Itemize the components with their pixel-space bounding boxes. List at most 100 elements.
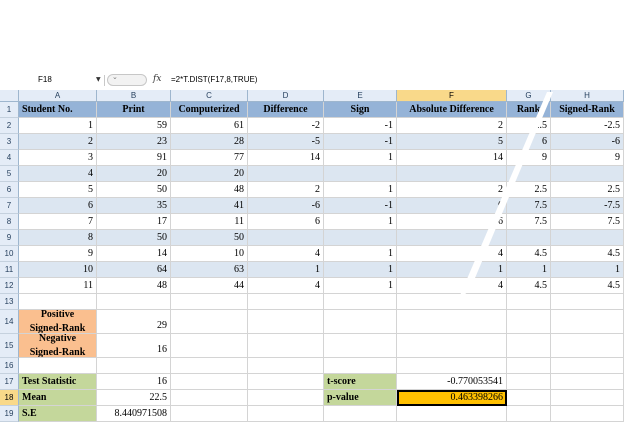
data-cell[interactable] [324, 230, 397, 246]
data-cell[interactable] [507, 230, 551, 246]
row-header-8[interactable]: 8 [0, 214, 19, 230]
data-cell[interactable]: 5 [397, 134, 507, 150]
data-cell[interactable]: 6 [397, 198, 507, 214]
data-cell[interactable]: 64 [97, 262, 171, 278]
data-cell[interactable]: 41 [171, 198, 248, 214]
negative-signed-rank-value[interactable]: 16 [97, 334, 171, 358]
data-cell[interactable]: -1 [324, 134, 397, 150]
header-cell-h[interactable]: Signed-Rank [551, 102, 624, 118]
header-cell-g[interactable]: Rank [507, 102, 551, 118]
data-cell[interactable]: 4 [19, 166, 97, 182]
column-header-b[interactable]: B [97, 90, 171, 102]
empty-cell[interactable] [248, 406, 324, 422]
data-cell[interactable]: 4.5 [507, 278, 551, 294]
empty-cell[interactable] [397, 358, 507, 374]
empty-cell[interactable] [171, 294, 248, 310]
data-cell[interactable]: 14 [397, 150, 507, 166]
data-cell[interactable]: -1 [324, 118, 397, 134]
data-cell[interactable]: 50 [97, 230, 171, 246]
data-cell[interactable]: 50 [97, 182, 171, 198]
data-cell[interactable]: 9 [19, 246, 97, 262]
empty-cell[interactable] [551, 358, 624, 374]
empty-cell[interactable] [507, 390, 551, 406]
mean-label[interactable]: Mean [19, 390, 97, 406]
row-header-2[interactable]: 2 [0, 118, 19, 134]
row-header-17[interactable]: 17 [0, 374, 19, 390]
fx-icon[interactable]: fx [153, 74, 161, 84]
column-header-f[interactable]: F [397, 90, 507, 102]
row-header-6[interactable]: 6 [0, 182, 19, 198]
row-header-15[interactable]: 15 [0, 334, 19, 358]
se-label[interactable]: S.E [19, 406, 97, 422]
data-cell[interactable]: 91 [97, 150, 171, 166]
data-cell[interactable]: 4 [248, 246, 324, 262]
empty-cell[interactable] [324, 310, 397, 334]
row-header-16[interactable]: 16 [0, 358, 19, 374]
empty-cell[interactable] [507, 406, 551, 422]
data-cell[interactable]: 7.5 [507, 198, 551, 214]
data-cell[interactable]: 20 [171, 166, 248, 182]
data-cell[interactable]: 11 [19, 278, 97, 294]
data-cell[interactable]: 4 [248, 278, 324, 294]
data-cell[interactable]: 77 [171, 150, 248, 166]
data-cell[interactable]: -6 [551, 134, 624, 150]
more-dots-icon[interactable]: ⌄ [112, 73, 118, 81]
data-cell[interactable]: 8 [19, 230, 97, 246]
data-cell[interactable]: 1 [324, 182, 397, 198]
row-header-1[interactable]: 1 [0, 102, 19, 118]
data-cell[interactable]: 6 [19, 198, 97, 214]
empty-cell[interactable] [551, 310, 624, 334]
empty-cell[interactable] [171, 334, 248, 358]
header-cell-d[interactable]: Difference [248, 102, 324, 118]
empty-cell[interactable] [248, 310, 324, 334]
data-cell[interactable]: 2 [397, 118, 507, 134]
data-cell[interactable]: 1 [324, 262, 397, 278]
empty-cell[interactable] [507, 310, 551, 334]
data-cell[interactable]: 1 [324, 246, 397, 262]
data-cell[interactable]: 1 [551, 262, 624, 278]
header-cell-e[interactable]: Sign [324, 102, 397, 118]
data-cell[interactable]: 1 [507, 262, 551, 278]
empty-cell[interactable] [324, 358, 397, 374]
data-cell[interactable]: 4 [397, 246, 507, 262]
data-cell[interactable]: 35 [97, 198, 171, 214]
column-header-g[interactable]: G [507, 90, 551, 102]
empty-cell[interactable] [551, 390, 624, 406]
data-cell[interactable]: 28 [171, 134, 248, 150]
data-cell[interactable]: 4 [397, 278, 507, 294]
empty-cell[interactable] [397, 406, 507, 422]
empty-cell[interactable] [171, 390, 248, 406]
data-cell[interactable]: 6 [507, 134, 551, 150]
data-cell[interactable]: 3 [19, 150, 97, 166]
empty-cell[interactable] [507, 374, 551, 390]
data-cell[interactable]: 50 [171, 230, 248, 246]
negative-signed-rank[interactable]: Negative Signed-Rank [19, 334, 97, 358]
data-cell[interactable] [551, 166, 624, 182]
positive-signed-rank[interactable]: Positive Signed-Rank [19, 310, 97, 334]
row-header-9[interactable]: 9 [0, 230, 19, 246]
data-cell[interactable]: 10 [19, 262, 97, 278]
data-cell[interactable]: 6 [248, 214, 324, 230]
header-cell-f[interactable]: Absolute Difference [397, 102, 507, 118]
empty-cell[interactable] [171, 310, 248, 334]
empty-cell[interactable] [248, 374, 324, 390]
data-cell[interactable]: 11 [171, 214, 248, 230]
se-value[interactable]: 8.440971508 [97, 406, 171, 422]
formula-input[interactable]: =2*T.DIST(F17,8,TRUE) [171, 75, 257, 84]
empty-cell[interactable] [551, 294, 624, 310]
empty-cell[interactable] [397, 310, 507, 334]
empty-cell[interactable] [324, 334, 397, 358]
empty-cell[interactable] [171, 374, 248, 390]
data-cell[interactable]: 44 [171, 278, 248, 294]
data-cell[interactable]: 7.5 [551, 214, 624, 230]
data-cell[interactable]: 7.5 [507, 214, 551, 230]
empty-cell[interactable] [507, 294, 551, 310]
data-cell[interactable]: -6 [248, 198, 324, 214]
row-header-10[interactable]: 10 [0, 246, 19, 262]
empty-cell[interactable] [507, 334, 551, 358]
empty-cell[interactable] [397, 294, 507, 310]
test-statistic-label[interactable]: Test Statistic [19, 374, 97, 390]
empty-cell[interactable] [248, 334, 324, 358]
empty-cell[interactable] [19, 358, 97, 374]
data-cell[interactable]: 4.5 [551, 278, 624, 294]
